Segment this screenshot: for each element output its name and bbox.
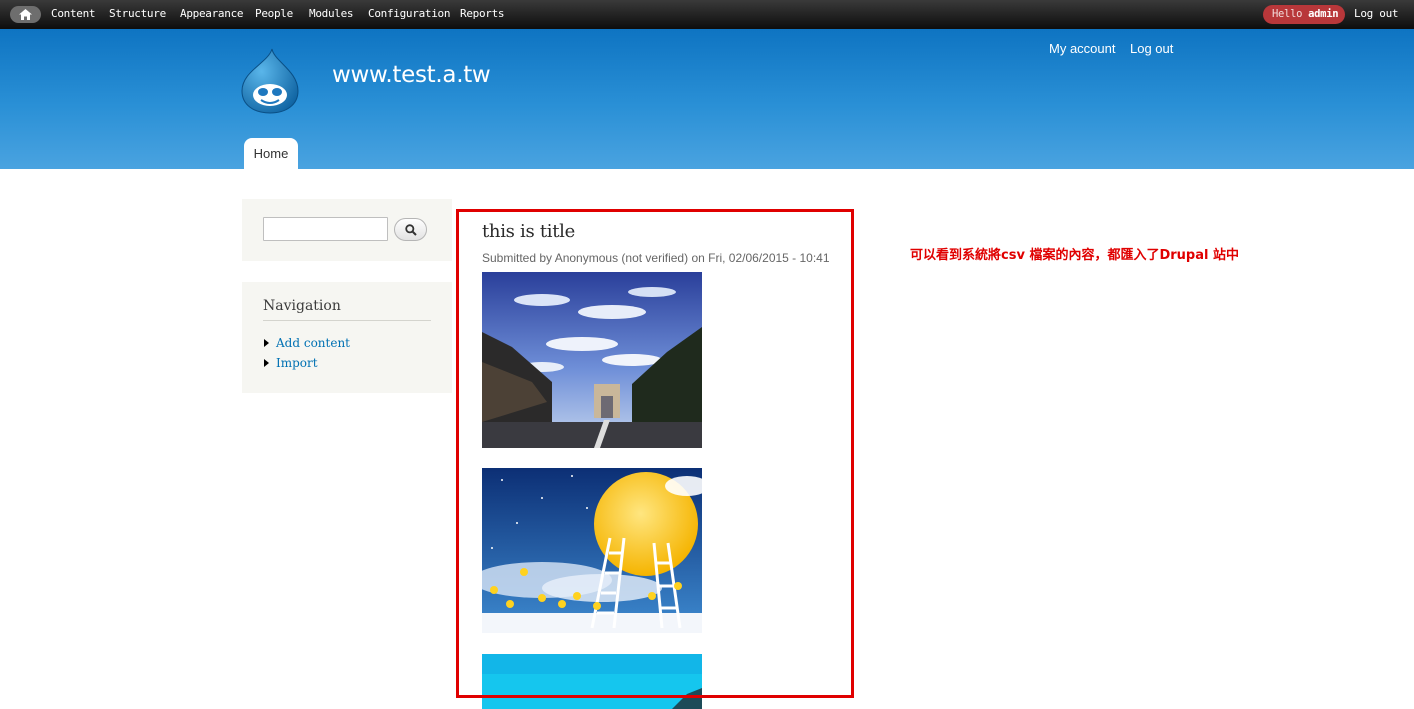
import-link[interactable]: Import (276, 356, 318, 370)
toolbar-logout-link[interactable]: Log out (1354, 7, 1399, 20)
toolbar-item-structure[interactable]: Structure (109, 7, 166, 20)
admin-toolbar: Content Structure Appearance People Modu… (0, 0, 1414, 29)
site-header: www.test.a.tw My account Log out Home (0, 29, 1414, 169)
triangle-bullet-icon (264, 359, 269, 367)
highlight-box (456, 209, 854, 698)
my-account-link[interactable]: My account (1049, 41, 1115, 56)
magnifier-icon (405, 224, 417, 236)
toolbar-user-badge[interactable]: Hello admin (1263, 5, 1345, 24)
site-name[interactable]: www.test.a.tw (332, 62, 491, 88)
toolbar-item-content[interactable]: Content (51, 7, 96, 20)
site-logo[interactable] (240, 47, 300, 119)
home-icon (19, 9, 32, 20)
hello-username: admin (1308, 8, 1339, 20)
annotation-text: 可以看到系統將csv 檔案的內容，都匯入了Drupal 站中 (910, 248, 1239, 263)
toolbar-item-configuration[interactable]: Configuration (368, 7, 451, 20)
nav-item-add-content: Add content (264, 336, 350, 356)
toolbar-item-people[interactable]: People (255, 7, 293, 20)
toolbar-item-modules[interactable]: Modules (309, 7, 354, 20)
search-input[interactable] (263, 217, 388, 241)
search-button[interactable] (394, 218, 427, 241)
toolbar-item-appearance[interactable]: Appearance (180, 7, 244, 20)
logout-link[interactable]: Log out (1130, 41, 1173, 56)
navigation-title: Navigation (263, 298, 431, 321)
nav-item-import: Import (264, 356, 350, 376)
navigation-block: Navigation Add content Import (242, 282, 452, 393)
add-content-link[interactable]: Add content (276, 336, 350, 350)
drupal-drop-icon (241, 48, 299, 114)
toolbar-item-reports[interactable]: Reports (460, 7, 505, 20)
triangle-bullet-icon (264, 339, 269, 347)
navigation-list: Add content Import (264, 336, 350, 376)
toolbar-home-button[interactable] (10, 6, 41, 23)
tab-home[interactable]: Home (244, 138, 298, 169)
search-block (242, 199, 452, 261)
hello-prefix: Hello (1272, 8, 1303, 20)
